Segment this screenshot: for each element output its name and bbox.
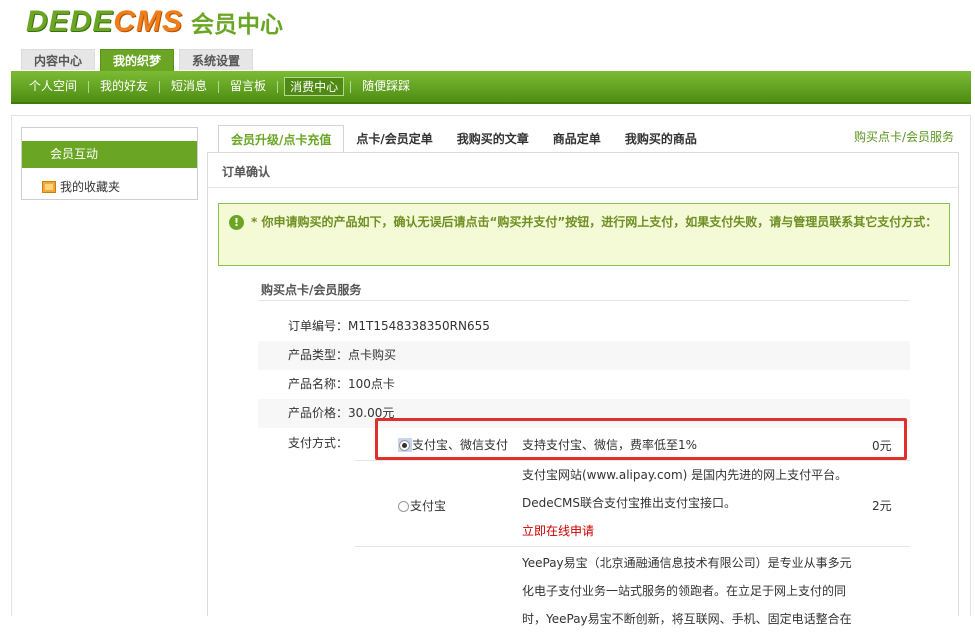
order-title: 购买点卡/会员服务: [261, 283, 362, 297]
buy-card-service-link[interactable]: 购买点卡/会员服务: [854, 128, 954, 145]
payment-option-name: 支付宝、微信支付: [398, 436, 508, 453]
payment-name-text: 支付宝、微信支付: [412, 438, 509, 452]
logo-dede: DEDE: [26, 5, 114, 38]
radio-button[interactable]: [398, 501, 409, 512]
tab-purchased-products[interactable]: 我购买的商品: [613, 125, 709, 153]
payment-desc-line: YeePay易宝（北京通融通信息技术有限公司）是专业从事多元: [522, 556, 852, 570]
product-type-label: 产品类型：: [287, 348, 348, 362]
order-row-number: 订单编号：M1T1548338350RN655: [258, 312, 910, 341]
radio-wrap: [398, 438, 412, 452]
payment-method-label: 支付方式：: [287, 436, 348, 450]
order-number-label: 订单编号：: [287, 319, 348, 333]
payment-desc: YeePay易宝（北京通融通信息技术有限公司）是专业从事多元 化电子支付业务一站…: [522, 549, 857, 633]
sub-nav-my-friends[interactable]: 我的好友: [95, 77, 153, 96]
payment-desc-line: 化电子支付业务一站式服务的领跑者。在立足于网上支付的同: [522, 584, 847, 598]
order-row-price: 产品价格：30.00元: [258, 399, 910, 428]
exclamation-icon: !: [229, 215, 244, 230]
tab-purchased-articles[interactable]: 我购买的文章: [445, 125, 541, 153]
payment-desc: 支付宝网站(www.alipay.com) 是国内先进的网上支付平台。 Dede…: [522, 461, 857, 545]
tab-upgrade-recharge[interactable]: 会员升级/点卡充值: [218, 125, 345, 153]
order-row-name: 产品名称：100点卡: [258, 370, 910, 399]
payment-fee: 2元: [872, 499, 892, 513]
logo-cms: CMS: [113, 5, 184, 38]
nav-divider: [350, 80, 352, 93]
sidebar: 会员互动 我的收藏夹: [21, 127, 198, 200]
folder-icon: [42, 180, 56, 193]
logo: DEDE CMS 会员中心: [26, 4, 283, 40]
product-name-label: 产品名称：: [287, 377, 348, 391]
sub-nav-random-visit[interactable]: 随便踩踩: [357, 77, 415, 96]
payment-desc-line: 时，YeePay易宝不断创新，将互联网、手机、固定电话整合在: [522, 612, 852, 626]
payment-option-yeepay[interactable]: YeePay易宝（北京通融通信息技术有限公司）是专业从事多元 化电子支付业务一站…: [355, 547, 910, 637]
sub-nav-consumption-center[interactable]: 消费中心: [284, 77, 345, 96]
payment-option-name: 支付宝: [398, 497, 446, 514]
order-row-type: 产品类型：点卡购买: [258, 341, 910, 370]
sub-nav-messages[interactable]: 短消息: [166, 77, 212, 96]
sub-nav-guestbook[interactable]: 留言板: [225, 77, 271, 96]
divider: [208, 187, 958, 188]
product-type-value: 点卡购买: [348, 348, 397, 362]
sidebar-item-favorites[interactable]: 我的收藏夹: [42, 178, 120, 195]
nav-divider: [88, 80, 90, 93]
divider: [258, 300, 910, 301]
tab-card-orders[interactable]: 点卡/会员定单: [344, 125, 444, 153]
top-tab-my-dream[interactable]: 我的织梦: [100, 49, 175, 71]
payment-desc: 支持支付宝、微信，费率低至1%: [522, 438, 698, 452]
payment-name-text: 支付宝: [410, 499, 447, 513]
top-tab-system-settings[interactable]: 系统设置: [179, 49, 254, 70]
payment-options: 支付宝、微信支付 支持支付宝、微信，费率低至1% 0元 支付宝 支付宝网站(ww…: [355, 429, 910, 637]
content-tabs: 会员升级/点卡充值 点卡/会员定单 我购买的文章 商品定单 我购买的商品: [218, 125, 709, 153]
nav-divider: [159, 80, 161, 93]
payment-option-alipay[interactable]: 支付宝 支付宝网站(www.alipay.com) 是国内先进的网上支付平台。 …: [355, 461, 910, 547]
top-tabs: 内容中心 我的织梦 系统设置: [21, 49, 254, 71]
nav-divider: [218, 80, 220, 93]
apply-online-link[interactable]: 立即在线申请: [522, 517, 857, 545]
notice-box: ! * 你申请购买的产品如下，确认无误后请点击“购买并支付”按钮，进行网上支付，…: [218, 203, 950, 266]
radio-button-checked[interactable]: [399, 440, 410, 451]
tab-product-orders[interactable]: 商品定单: [541, 125, 613, 153]
section-title: 订单确认: [222, 165, 271, 179]
sidebar-item-member-interaction[interactable]: 会员互动: [22, 141, 197, 168]
payment-desc-line: DedeCMS联合支付宝推出支付宝接口。: [522, 496, 736, 510]
content-panel: 订单确认 ! * 你申请购买的产品如下，确认无误后请点击“购买并支付”按钮，进行…: [207, 152, 959, 626]
sub-nav: 个人空间 我的好友 短消息 留言板 消费中心 随便踩踩: [24, 77, 415, 96]
payment-option-alipay-wechat[interactable]: 支付宝、微信支付 支持支付宝、微信，费率低至1% 0元: [355, 429, 910, 461]
nav-divider: [277, 80, 279, 93]
notice-text: * 你申请购买的产品如下，确认无误后请点击“购买并支付”按钮，进行网上支付，如果…: [251, 215, 938, 229]
product-name-value: 100点卡: [348, 377, 395, 391]
product-price-label: 产品价格：: [287, 406, 348, 420]
product-price-value: 30.00元: [348, 406, 395, 420]
order-number-value: M1T1548338350RN655: [348, 319, 490, 333]
sub-nav-personal-space[interactable]: 个人空间: [24, 77, 82, 96]
logo-subtitle: 会员中心: [191, 12, 284, 38]
sidebar-item-label: 我的收藏夹: [60, 180, 121, 194]
payment-fee: 0元: [872, 439, 892, 453]
top-tab-content-center[interactable]: 内容中心: [21, 49, 96, 70]
payment-desc-line: 支付宝网站(www.alipay.com) 是国内先进的网上支付平台。: [522, 468, 848, 482]
